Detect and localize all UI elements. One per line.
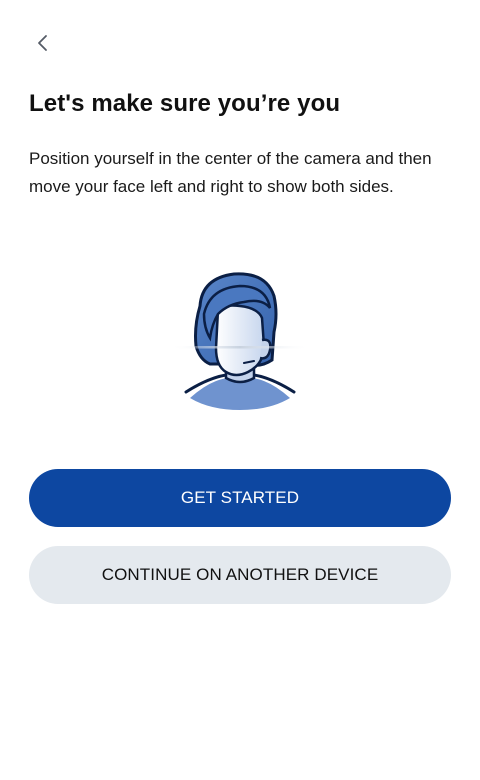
get-started-button[interactable]: GET STARTED	[29, 469, 451, 527]
back-button[interactable]	[29, 29, 57, 57]
instructions-text: Position yourself in the center of the c…	[29, 149, 432, 196]
face-scan-icon	[170, 272, 310, 410]
chevron-left-icon	[38, 35, 47, 51]
identity-verification-screen: Let's make sure you’re you Position your…	[0, 0, 480, 780]
face-scan-illustration	[170, 268, 310, 418]
continue-on-another-device-button[interactable]: CONTINUE ON ANOTHER DEVICE	[29, 546, 451, 604]
page-title: Let's make sure you’re you	[29, 90, 341, 117]
